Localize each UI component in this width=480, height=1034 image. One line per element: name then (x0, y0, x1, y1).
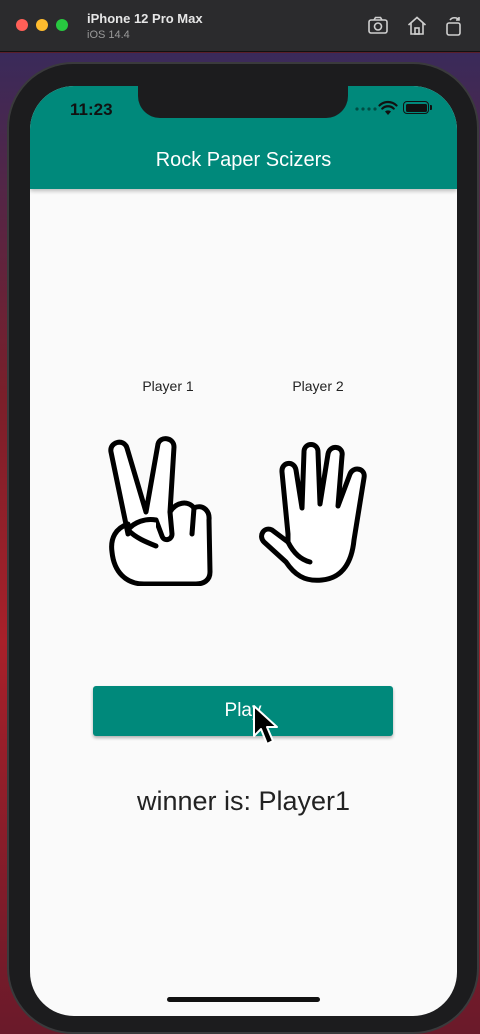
play-button[interactable]: Play (93, 686, 393, 736)
phone-screen: 11:23 Rock Paper Scizers Player 1 Player… (30, 86, 457, 1016)
winner-text: winner is: Player1 (136, 786, 351, 816)
wifi-icon (378, 100, 398, 115)
player2-label: Player 2 (292, 378, 344, 394)
rotate-icon[interactable] (442, 14, 466, 38)
minimize-window-button[interactable] (36, 19, 48, 31)
maximize-window-button[interactable] (56, 19, 68, 31)
close-window-button[interactable] (16, 19, 28, 31)
status-time: 11:23 (70, 100, 113, 119)
paper-hand-icon (259, 442, 367, 583)
phone-notch (138, 86, 348, 118)
os-version: iOS 14.4 (87, 29, 130, 41)
mouse-cursor-icon (253, 705, 278, 745)
screenshot-icon[interactable] (366, 14, 390, 38)
scissors-hand-icon (108, 436, 213, 586)
signal-dots-icon (355, 107, 377, 111)
home-indicator[interactable] (167, 997, 320, 1002)
battery-icon (403, 101, 432, 114)
device-name: iPhone 12 Pro Max (87, 11, 203, 26)
simulator-titlebar: iPhone 12 Pro Max iOS 14.4 (0, 0, 480, 52)
app-title: Rock Paper Scizers (155, 149, 332, 171)
home-icon[interactable] (405, 14, 429, 38)
player1-label: Player 1 (142, 378, 194, 394)
